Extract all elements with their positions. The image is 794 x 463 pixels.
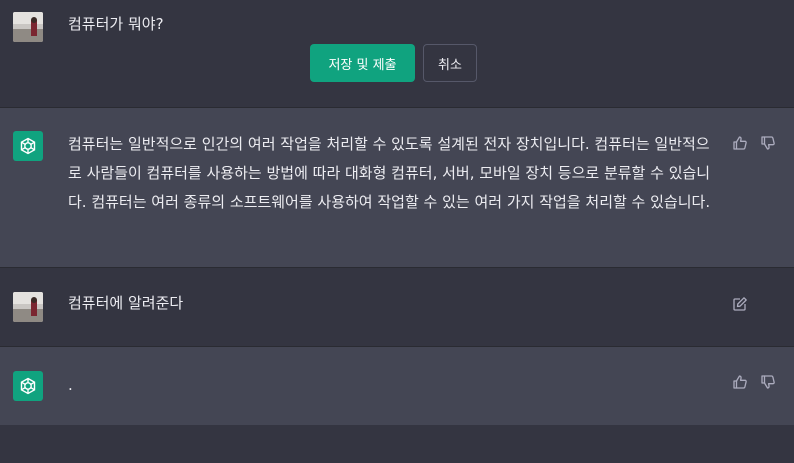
assistant-message-row: 컴퓨터는 일반적으로 인간의 여러 작업을 처리할 수 있도록 설계된 전자 장…: [0, 108, 794, 267]
assistant-message-row: .: [0, 347, 794, 425]
user-message-text: 컴퓨터에 알려준다: [68, 294, 184, 312]
thumbs-down-icon[interactable]: [759, 134, 777, 152]
openai-logo-icon: [13, 131, 43, 161]
thumbs-down-icon[interactable]: [759, 373, 777, 391]
save-and-submit-button[interactable]: 저장 및 제출: [310, 44, 415, 82]
edit-icon[interactable]: [731, 295, 749, 313]
edit-message-text[interactable]: 컴퓨터가 뭐야?: [68, 10, 718, 39]
thumbs-up-icon[interactable]: [731, 134, 749, 152]
cancel-button[interactable]: 취소: [423, 44, 477, 82]
user-message-edit-row: 컴퓨터가 뭐야? 저장 및 제출 취소: [0, 0, 794, 107]
assistant-message-text: 컴퓨터는 일반적으로 인간의 여러 작업을 처리할 수 있도록 설계된 전자 장…: [68, 135, 711, 211]
user-avatar: [13, 12, 43, 42]
user-message-row: 컴퓨터에 알려준다: [0, 268, 794, 346]
openai-logo-icon: [13, 371, 43, 401]
assistant-message-text: .: [68, 376, 73, 394]
bottom-area: [0, 425, 794, 463]
user-avatar: [13, 292, 43, 322]
thumbs-up-icon[interactable]: [731, 373, 749, 391]
